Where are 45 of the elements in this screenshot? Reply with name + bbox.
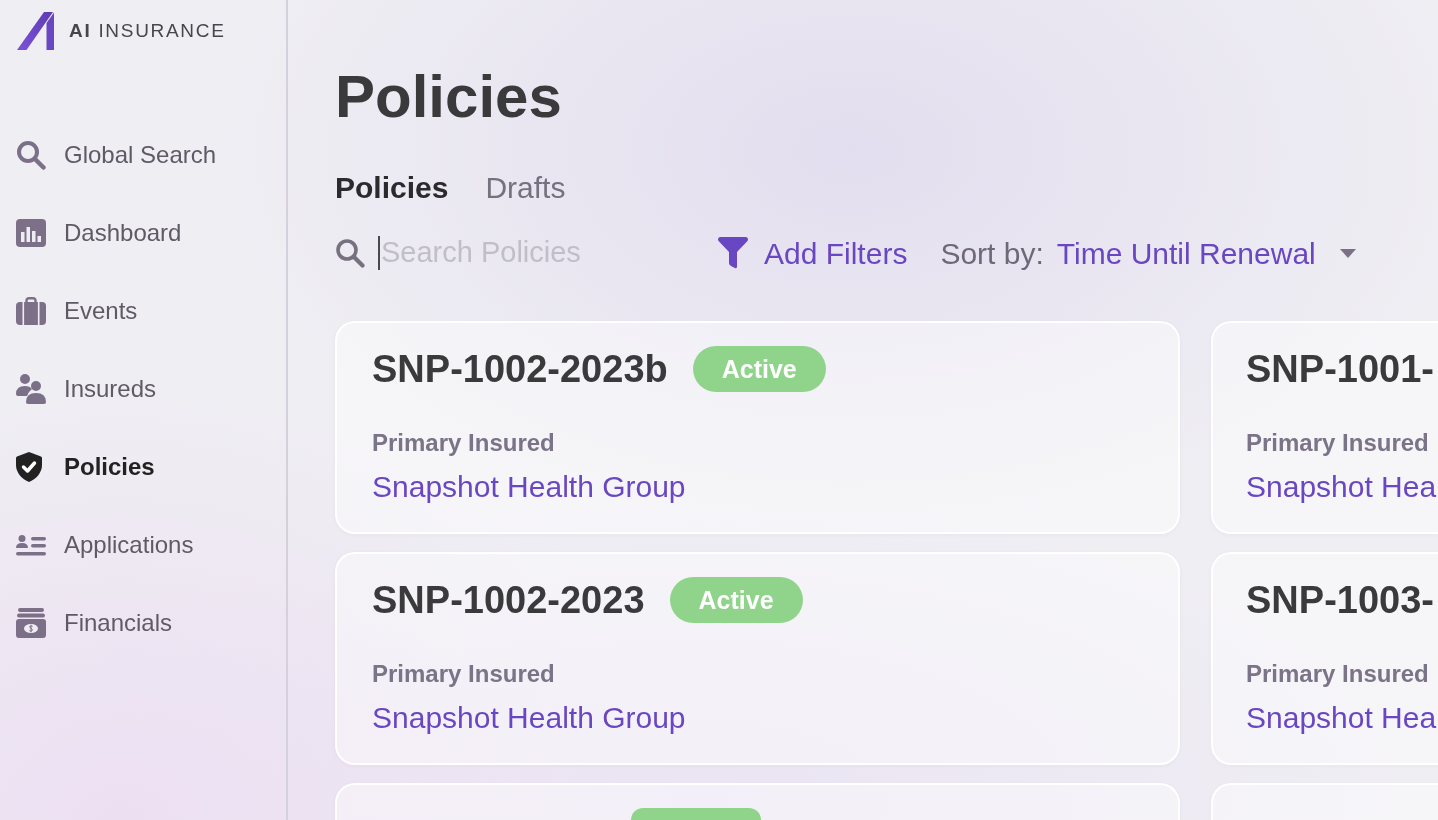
policy-card[interactable]: SNP-1002-2023b Active Primary Insured Snapshot Health Group bbox=[335, 321, 1180, 534]
sidebar-item[interactable]: Dashboard bbox=[0, 194, 182, 272]
status-badge: Active bbox=[692, 346, 826, 392]
briefcase-icon bbox=[16, 297, 46, 325]
sort-label: Sort by: bbox=[940, 235, 1044, 272]
insured-link[interactable]: Snapshot Hea bbox=[1246, 698, 1437, 738]
add-filters-button[interactable]: Add Filters bbox=[718, 230, 908, 276]
shield-check-icon bbox=[16, 452, 42, 482]
policy-number: SNP-1003- bbox=[1246, 578, 1434, 623]
people-icon bbox=[16, 374, 46, 404]
insured-link[interactable]: Snapshot Health Group bbox=[372, 467, 686, 507]
field-label: Primary Insured bbox=[372, 428, 555, 458]
search-icon bbox=[335, 238, 365, 268]
policy-number: SNP-1002-2023 bbox=[372, 578, 645, 623]
policy-card[interactable]: SNP-1002-2023 Active Primary Insured Snapshot Health Group bbox=[335, 552, 1180, 765]
policy-card[interactable]: SNP-1003- Primary Insured Snapshot Hea bbox=[1211, 552, 1438, 765]
policy-number: SNP-1001- bbox=[1246, 347, 1434, 392]
search-icon bbox=[16, 140, 46, 170]
logo-icon bbox=[17, 12, 54, 50]
policy-number: SNP-1002-2023b bbox=[372, 347, 668, 392]
sidebar-item[interactable]: Applications bbox=[0, 506, 194, 584]
tab[interactable]: Drafts bbox=[485, 170, 566, 206]
policy-card[interactable]: SNP-1001- Primary Insured Snapshot Hea bbox=[1211, 321, 1438, 534]
funnel-icon bbox=[718, 237, 748, 269]
sidebar-item[interactable]: Global Search bbox=[0, 116, 217, 194]
bar-chart-icon bbox=[16, 219, 46, 247]
field-label: Primary Insured bbox=[1246, 659, 1429, 689]
sidebar-item[interactable]: Insureds bbox=[0, 350, 157, 428]
person-list-icon bbox=[16, 534, 46, 556]
insured-link[interactable]: Snapshot Hea bbox=[1246, 467, 1437, 507]
policy-card[interactable] bbox=[335, 783, 1180, 820]
sort-dropdown[interactable]: Time Until Renewal bbox=[1056, 230, 1356, 276]
caret-icon bbox=[1339, 248, 1356, 258]
page-title: Policies bbox=[335, 62, 562, 132]
sidebar-item[interactable]: Financials bbox=[0, 584, 173, 662]
policy-card[interactable] bbox=[1211, 783, 1438, 820]
field-label: Primary Insured bbox=[1246, 428, 1429, 458]
status-badge: Active bbox=[669, 577, 803, 623]
insured-link[interactable]: Snapshot Health Group bbox=[372, 698, 686, 738]
sidebar-item[interactable]: Events bbox=[0, 272, 138, 350]
sidebar-item[interactable]: Policies bbox=[0, 428, 155, 506]
tab[interactable]: Policies bbox=[335, 170, 449, 206]
brand-name: AI INSURANCE bbox=[69, 18, 226, 43]
field-label: Primary Insured bbox=[372, 659, 555, 689]
money-stack-icon bbox=[16, 608, 46, 638]
